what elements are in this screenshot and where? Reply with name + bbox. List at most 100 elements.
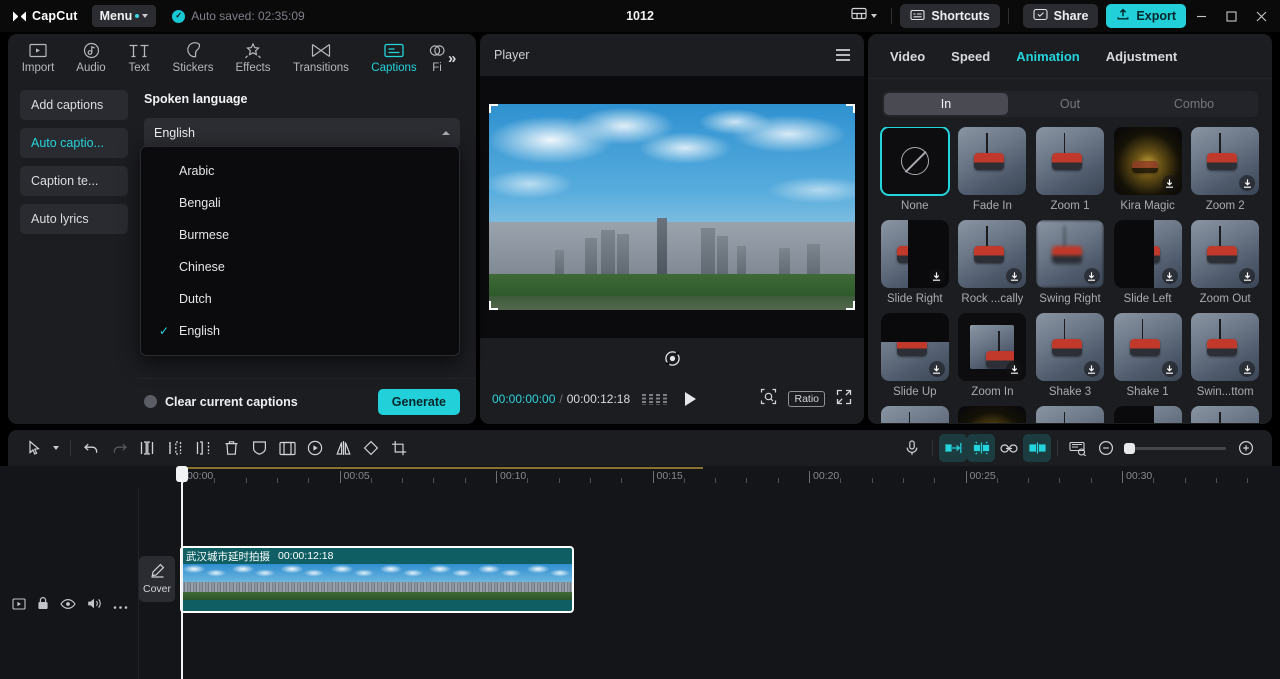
animation-item[interactable]: Slide Up bbox=[880, 313, 950, 398]
record-voiceover-button[interactable] bbox=[898, 434, 926, 462]
shortcuts-button[interactable]: Shortcuts bbox=[900, 4, 1000, 28]
fullscreen-icon[interactable] bbox=[836, 389, 852, 410]
animation-thumbnail[interactable] bbox=[958, 127, 1027, 195]
select-tool[interactable] bbox=[20, 434, 48, 462]
generate-button[interactable]: Generate bbox=[377, 388, 460, 415]
download-icon[interactable] bbox=[1161, 268, 1178, 284]
preview-button[interactable] bbox=[1064, 434, 1092, 462]
freeze-button[interactable] bbox=[273, 434, 301, 462]
download-icon[interactable] bbox=[1083, 268, 1100, 284]
animation-item[interactable]: Rock ...cally bbox=[958, 220, 1028, 305]
track-preview-toggle[interactable] bbox=[12, 597, 26, 615]
animation-item[interactable]: Slide Left bbox=[1113, 220, 1183, 305]
spoken-language-select[interactable]: English bbox=[144, 118, 460, 148]
animation-item[interactable]: Zoom 1 bbox=[1035, 127, 1105, 212]
tab-import[interactable]: Import bbox=[10, 38, 66, 74]
frame-step-icon[interactable] bbox=[642, 393, 668, 405]
mirror-button[interactable] bbox=[329, 434, 357, 462]
download-icon[interactable] bbox=[1161, 361, 1178, 377]
animation-item[interactable]: Shake 3 bbox=[1035, 313, 1105, 398]
menu-button[interactable]: Menu bbox=[91, 5, 157, 27]
crop-handle-top-left[interactable] bbox=[489, 104, 498, 113]
animation-thumbnail[interactable] bbox=[1035, 220, 1104, 288]
download-icon[interactable] bbox=[928, 268, 945, 284]
segment-out[interactable]: Out bbox=[1008, 93, 1132, 115]
animation-thumbnail[interactable] bbox=[1035, 406, 1104, 423]
minimize-button[interactable] bbox=[1186, 0, 1216, 32]
animation-item[interactable] bbox=[958, 406, 1028, 423]
sidebar-item-auto-lyrics[interactable]: Auto lyrics bbox=[20, 204, 128, 234]
tab-effects[interactable]: Effects bbox=[224, 38, 282, 74]
video-clip[interactable]: 武汉城市延时拍摄 00:00:12:18 bbox=[180, 546, 574, 613]
video-preview[interactable] bbox=[489, 104, 855, 310]
zoom-slider[interactable] bbox=[1124, 442, 1226, 454]
download-icon[interactable] bbox=[1161, 175, 1178, 191]
play-icon[interactable] bbox=[685, 392, 697, 406]
mask-button[interactable] bbox=[245, 434, 273, 462]
tab-filters[interactable]: Fi bbox=[428, 38, 446, 74]
download-icon[interactable] bbox=[1083, 361, 1100, 377]
animation-thumbnail[interactable] bbox=[880, 313, 949, 381]
center-align-button[interactable] bbox=[1023, 434, 1051, 462]
animation-item[interactable]: Shake 1 bbox=[1113, 313, 1183, 398]
magnifier-icon[interactable] bbox=[760, 388, 777, 410]
animation-item[interactable] bbox=[1113, 406, 1183, 423]
zoom-out-button[interactable] bbox=[1092, 434, 1120, 462]
tab-stickers[interactable]: Stickers bbox=[162, 38, 224, 74]
sidebar-item-add-captions[interactable]: Add captions bbox=[20, 90, 128, 120]
segment-combo[interactable]: Combo bbox=[1132, 93, 1256, 115]
animation-item[interactable] bbox=[1035, 406, 1105, 423]
animation-thumbnail[interactable] bbox=[1191, 313, 1260, 381]
animation-item[interactable]: None bbox=[879, 127, 950, 212]
share-button[interactable]: Share bbox=[1022, 4, 1099, 28]
crop-handle-bottom-right[interactable] bbox=[846, 301, 855, 310]
split-button[interactable] bbox=[133, 434, 161, 462]
animation-thumbnail[interactable] bbox=[879, 127, 950, 196]
tab-transitions[interactable]: Transitions bbox=[282, 38, 360, 74]
animation-thumbnail[interactable] bbox=[1191, 220, 1260, 288]
animation-thumbnail[interactable] bbox=[1113, 406, 1182, 423]
tab-text[interactable]: Text bbox=[116, 38, 162, 74]
animation-item[interactable]: Swin...ttom bbox=[1190, 313, 1260, 398]
animation-thumbnail[interactable] bbox=[1191, 127, 1260, 195]
track-more-button[interactable] bbox=[113, 597, 128, 615]
redo-button[interactable] bbox=[105, 434, 133, 462]
animation-thumbnail[interactable] bbox=[1113, 313, 1182, 381]
tab-audio[interactable]: Audio bbox=[66, 38, 116, 74]
animation-item[interactable] bbox=[1190, 406, 1260, 423]
track-visibility-toggle[interactable] bbox=[60, 597, 76, 615]
dropdown-option-burmese[interactable]: Burmese bbox=[141, 219, 459, 251]
dropdown-option-english[interactable]: ✓ English bbox=[141, 315, 459, 347]
link-clips-button[interactable] bbox=[995, 434, 1023, 462]
download-icon[interactable] bbox=[1006, 361, 1023, 377]
animation-thumbnail[interactable] bbox=[1113, 220, 1182, 288]
tab-captions[interactable]: Captions bbox=[360, 38, 428, 74]
segment-in[interactable]: In bbox=[884, 93, 1008, 115]
dropdown-option-dutch[interactable]: Dutch bbox=[141, 283, 459, 315]
tab-adjustment[interactable]: Adjustment bbox=[1106, 49, 1178, 64]
reset-icon[interactable] bbox=[664, 350, 681, 372]
animation-item[interactable]: Zoom In bbox=[958, 313, 1028, 398]
track-lock-toggle[interactable] bbox=[37, 596, 49, 615]
crop-button[interactable] bbox=[385, 434, 413, 462]
layout-button[interactable] bbox=[845, 3, 883, 29]
dropdown-option-arabic[interactable]: Arabic bbox=[141, 155, 459, 187]
rotate-button[interactable] bbox=[357, 434, 385, 462]
download-icon[interactable] bbox=[928, 361, 945, 377]
reverse-button[interactable] bbox=[301, 434, 329, 462]
dropdown-option-bengali[interactable]: Bengali bbox=[141, 187, 459, 219]
delete-button[interactable] bbox=[217, 434, 245, 462]
player-menu-icon[interactable] bbox=[836, 49, 850, 61]
animation-thumbnail[interactable] bbox=[880, 220, 949, 288]
animation-thumbnail[interactable] bbox=[1113, 127, 1182, 195]
export-button[interactable]: Export bbox=[1106, 4, 1186, 28]
animation-item[interactable]: Kira Magic bbox=[1113, 127, 1183, 212]
animation-item[interactable]: Fade In bbox=[958, 127, 1028, 212]
zoom-in-button[interactable] bbox=[1232, 434, 1260, 462]
animation-item[interactable]: Swing Right bbox=[1035, 220, 1105, 305]
trim-left-button[interactable] bbox=[161, 434, 189, 462]
cover-button[interactable]: Cover bbox=[139, 556, 175, 602]
dropdown-option-chinese[interactable]: Chinese bbox=[141, 251, 459, 283]
animation-thumbnail[interactable] bbox=[958, 220, 1027, 288]
maximize-button[interactable] bbox=[1216, 0, 1246, 32]
